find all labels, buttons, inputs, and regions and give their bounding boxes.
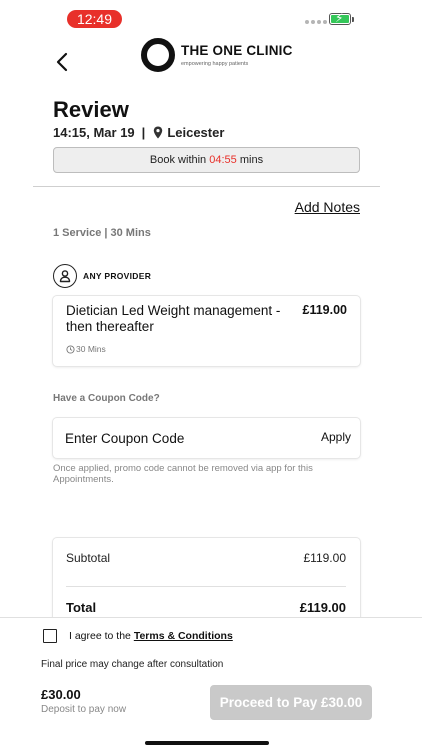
- final-price-note: Final price may change after consultatio…: [41, 659, 224, 670]
- section-divider: [33, 186, 380, 187]
- battery-tip: [352, 17, 354, 22]
- terms-checkbox[interactable]: [43, 629, 57, 643]
- total-label: Total: [66, 600, 97, 615]
- book-within-suffix: mins: [239, 154, 264, 166]
- status-bar: 12:49 ⚡: [0, 0, 422, 34]
- clock-icon: [66, 344, 75, 354]
- book-within-prefix: Book within: [149, 154, 207, 166]
- service-duration: 30 Mins: [66, 344, 106, 354]
- signal-icon: [305, 20, 327, 24]
- logo-ring: [141, 38, 175, 72]
- service-summary: 1 Service | 30 Mins: [53, 227, 151, 239]
- subtotal-label: Subtotal: [66, 551, 111, 565]
- service-price: £119.00: [302, 303, 348, 317]
- appointment-location: Leicester: [167, 125, 225, 140]
- proceed-to-pay-button[interactable]: Proceed to Pay £30.00: [210, 685, 372, 720]
- service-name: Dietician Led Weight management - then t…: [66, 303, 281, 334]
- appointment-time-date: 14:15, Mar 19: [53, 125, 135, 140]
- coupon-note: Once applied, promo code cannot be remov…: [53, 463, 313, 485]
- appointment-info: 14:15, Mar 19 | Leicester: [53, 125, 224, 140]
- coupon-card: Apply: [53, 418, 360, 458]
- coupon-heading: Have a Coupon Code?: [53, 393, 160, 404]
- terms-row: I agree to the Terms & Conditions: [43, 629, 233, 643]
- logo-tagline: empowering happy patients: [181, 60, 249, 67]
- deposit-label: Deposit to pay now: [41, 704, 127, 715]
- terms-conditions-link[interactable]: Terms & Conditions: [134, 630, 233, 642]
- status-time: 12:49: [67, 10, 122, 28]
- total-value: £119.00: [299, 600, 346, 615]
- terms-prefix: I agree to the: [69, 630, 131, 642]
- apply-coupon-button[interactable]: Apply: [321, 430, 351, 444]
- terms-text: I agree to the Terms & Conditions: [69, 630, 233, 642]
- back-button[interactable]: [50, 48, 78, 76]
- person-icon: [53, 264, 77, 288]
- deposit-amount: £30.00: [41, 687, 81, 702]
- provider-row: ANY PROVIDER: [53, 264, 151, 288]
- info-separator: |: [141, 125, 146, 140]
- subtotal-value: £119.00: [303, 551, 347, 565]
- home-indicator: [145, 741, 269, 745]
- location-pin-icon: [154, 126, 163, 139]
- service-card: Dietician Led Weight management - then t…: [53, 296, 360, 366]
- page-title: Review: [53, 97, 129, 122]
- coupon-code-input[interactable]: [65, 428, 285, 448]
- service-duration-text: 30 Mins: [76, 344, 106, 354]
- booking-timer-banner: Book within 04:55 mins: [53, 147, 360, 173]
- back-arrow-icon: [56, 52, 68, 72]
- booking-countdown: 04:55: [209, 154, 237, 166]
- logo-name: THE ONE CLINIC: [181, 42, 293, 58]
- clinic-logo: THE ONE CLINIC empowering happy patients: [141, 38, 293, 72]
- add-notes-link[interactable]: Add Notes: [295, 199, 360, 215]
- battery-icon: ⚡: [329, 11, 351, 25]
- checkout-footer: I agree to the Terms & Conditions Final …: [0, 617, 422, 750]
- logo-text: THE ONE CLINIC empowering happy patients: [181, 43, 293, 68]
- totals-divider: [66, 586, 346, 587]
- provider-label: ANY PROVIDER: [83, 271, 152, 281]
